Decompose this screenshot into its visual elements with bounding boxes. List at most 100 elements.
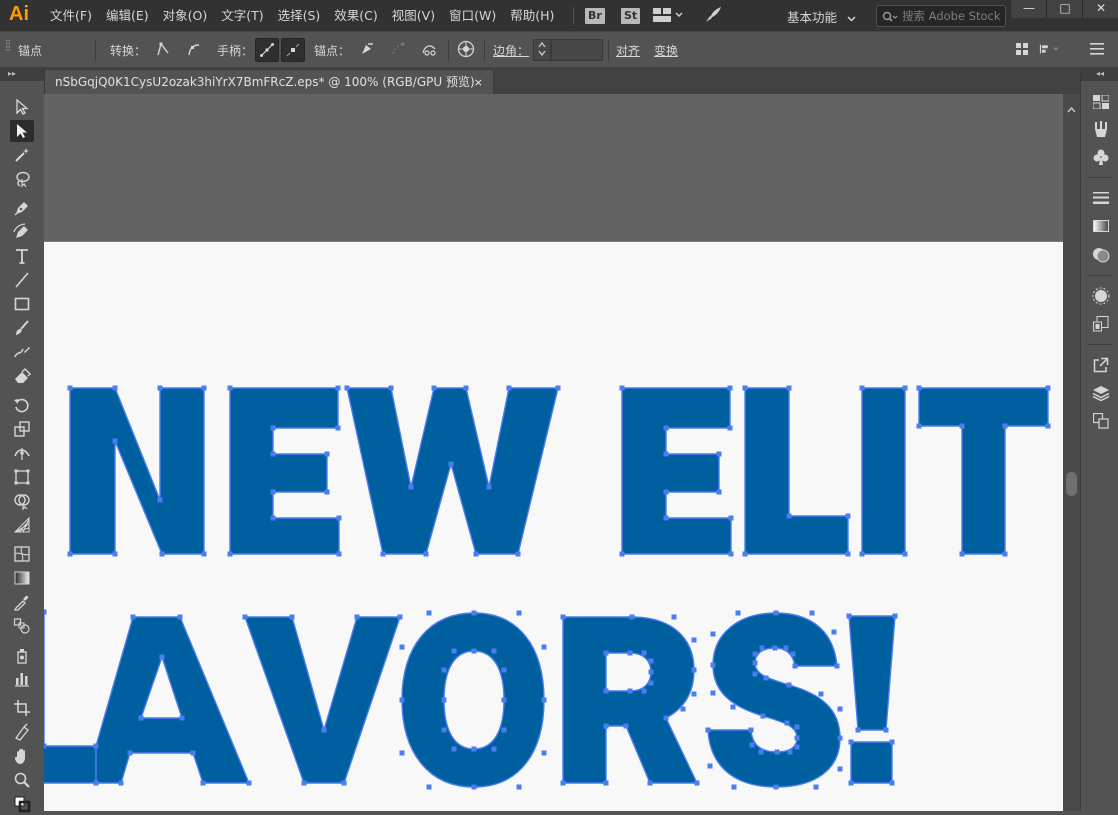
anchor-point[interactable] bbox=[270, 451, 276, 457]
hide-handles-icon[interactable] bbox=[281, 38, 305, 62]
transparency-panel-icon[interactable] bbox=[1091, 245, 1111, 265]
anchor-point[interactable] bbox=[324, 489, 330, 495]
anchor-point[interactable] bbox=[471, 784, 477, 790]
align-button[interactable]: 对齐 bbox=[616, 42, 640, 59]
anchor-point[interactable] bbox=[426, 610, 432, 616]
anchor-point[interactable] bbox=[786, 682, 792, 688]
vertical-scrollbar[interactable] bbox=[1063, 94, 1080, 811]
anchor-point[interactable] bbox=[516, 784, 522, 790]
selection-tool-icon[interactable] bbox=[10, 96, 34, 118]
menu-object[interactable]: 对象(O) bbox=[163, 0, 208, 31]
anchor-point[interactable] bbox=[831, 629, 837, 635]
anchor-point[interactable] bbox=[93, 780, 99, 786]
anchor-point[interactable] bbox=[773, 784, 779, 790]
anchor-point[interactable] bbox=[619, 385, 625, 391]
menu-help[interactable]: 帮助(H) bbox=[510, 0, 554, 31]
anchor-point[interactable] bbox=[641, 650, 647, 656]
anchor-point[interactable] bbox=[641, 688, 647, 694]
anchor-point[interactable] bbox=[473, 551, 479, 557]
anchor-point[interactable] bbox=[859, 385, 865, 391]
dock-collapse-toggle[interactable]: ◂◂ bbox=[1081, 67, 1118, 81]
anchor-point[interactable] bbox=[1045, 385, 1051, 391]
anchor-point[interactable] bbox=[787, 749, 793, 755]
anchor-point[interactable] bbox=[246, 780, 252, 786]
anchor-point[interactable] bbox=[501, 697, 507, 703]
anchor-point[interactable] bbox=[516, 610, 522, 616]
anchor-point[interactable] bbox=[441, 727, 447, 733]
anchor-point[interactable] bbox=[227, 551, 233, 557]
anchor-point[interactable] bbox=[388, 385, 394, 391]
anchor-point[interactable] bbox=[648, 680, 654, 686]
anchor-point[interactable] bbox=[742, 385, 748, 391]
bridge-button[interactable]: Br bbox=[585, 8, 605, 24]
anchor-point[interactable] bbox=[344, 385, 350, 391]
menu-window[interactable]: 窗口(W) bbox=[449, 0, 496, 31]
paintbrush-tool-icon[interactable] bbox=[10, 317, 34, 339]
vertical-scroll-thumb[interactable] bbox=[1066, 472, 1077, 496]
anchor-point[interactable] bbox=[760, 713, 766, 719]
anchor-point[interactable] bbox=[441, 667, 447, 673]
anchor-point[interactable] bbox=[790, 651, 796, 657]
anchor-point[interactable] bbox=[627, 650, 633, 656]
convert-to-corner-icon[interactable] bbox=[152, 38, 174, 60]
menu-edit[interactable]: 编辑(E) bbox=[106, 0, 149, 31]
anchor-point[interactable] bbox=[603, 780, 609, 786]
anchor-point[interactable] bbox=[916, 385, 922, 391]
menu-file[interactable]: 文件(F) bbox=[50, 0, 92, 31]
anchor-point[interactable] bbox=[716, 451, 722, 457]
anchor-point[interactable] bbox=[735, 610, 741, 616]
anchor-point[interactable] bbox=[846, 613, 852, 619]
artboards-panel-icon[interactable] bbox=[1091, 411, 1111, 431]
remove-anchor-icon[interactable] bbox=[356, 38, 378, 60]
isolate-object-icon[interactable] bbox=[455, 38, 477, 60]
anchor-point[interactable] bbox=[270, 425, 276, 431]
anchor-point[interactable] bbox=[959, 423, 965, 429]
anchor-point[interactable] bbox=[786, 513, 792, 519]
anchor-point[interactable] bbox=[112, 438, 118, 444]
brushes-panel-icon[interactable] bbox=[1091, 119, 1111, 139]
line-tool-icon[interactable] bbox=[10, 269, 34, 291]
anchor-point[interactable] bbox=[691, 667, 697, 673]
transform-button[interactable]: 变换 bbox=[654, 42, 678, 59]
workspace-switcher[interactable]: 基本功能 bbox=[787, 7, 856, 26]
anchor-point[interactable] bbox=[397, 614, 403, 620]
anchor-point[interactable] bbox=[67, 385, 73, 391]
anchor-point[interactable] bbox=[728, 515, 734, 521]
anchor-point[interactable] bbox=[321, 727, 327, 733]
free-transform-tool-icon[interactable] bbox=[10, 466, 34, 488]
anchor-point[interactable] bbox=[705, 727, 711, 733]
anchor-point[interactable] bbox=[1045, 423, 1051, 429]
column-graph-tool-icon[interactable] bbox=[10, 668, 34, 690]
stock-search-field[interactable]: 搜索 Adobe Stock bbox=[876, 5, 1006, 27]
anchor-point[interactable] bbox=[772, 645, 778, 651]
anchor-point[interactable] bbox=[663, 715, 669, 721]
pen-tool-icon[interactable] bbox=[10, 197, 34, 219]
shaper-tool-icon[interactable] bbox=[10, 341, 34, 363]
anchor-point[interactable] bbox=[786, 385, 792, 391]
perspective-grid-tool-icon[interactable] bbox=[10, 514, 34, 536]
magic-wand-tool-icon[interactable] bbox=[10, 144, 34, 166]
rotate-tool-icon[interactable] bbox=[10, 394, 34, 416]
anchor-point[interactable] bbox=[157, 497, 163, 503]
anchor-point[interactable] bbox=[889, 780, 895, 786]
blend-tool-icon[interactable] bbox=[10, 615, 34, 637]
anchor-point[interactable] bbox=[270, 515, 276, 521]
fill-stroke-swatch-icon[interactable] bbox=[10, 793, 34, 815]
anchor-point[interactable] bbox=[959, 551, 965, 557]
anchor-point[interactable] bbox=[227, 385, 233, 391]
anchor-point[interactable] bbox=[648, 669, 654, 675]
anchor-point[interactable] bbox=[130, 614, 136, 620]
anchor-point[interactable] bbox=[341, 780, 347, 786]
stroke-panel-icon[interactable] bbox=[1091, 188, 1111, 208]
lasso-tool-icon[interactable] bbox=[10, 168, 34, 190]
anchor-point[interactable] bbox=[1002, 423, 1008, 429]
anchor-point[interactable] bbox=[792, 663, 798, 669]
anchor-point[interactable] bbox=[845, 513, 851, 519]
anchor-point[interactable] bbox=[916, 423, 922, 429]
document-canvas[interactable] bbox=[44, 94, 1063, 811]
anchor-point[interactable] bbox=[354, 614, 360, 620]
anchor-point[interactable] bbox=[794, 744, 800, 750]
anchor-point[interactable] bbox=[663, 425, 669, 431]
anchor-point[interactable] bbox=[716, 489, 722, 495]
anchor-point[interactable] bbox=[727, 385, 733, 391]
